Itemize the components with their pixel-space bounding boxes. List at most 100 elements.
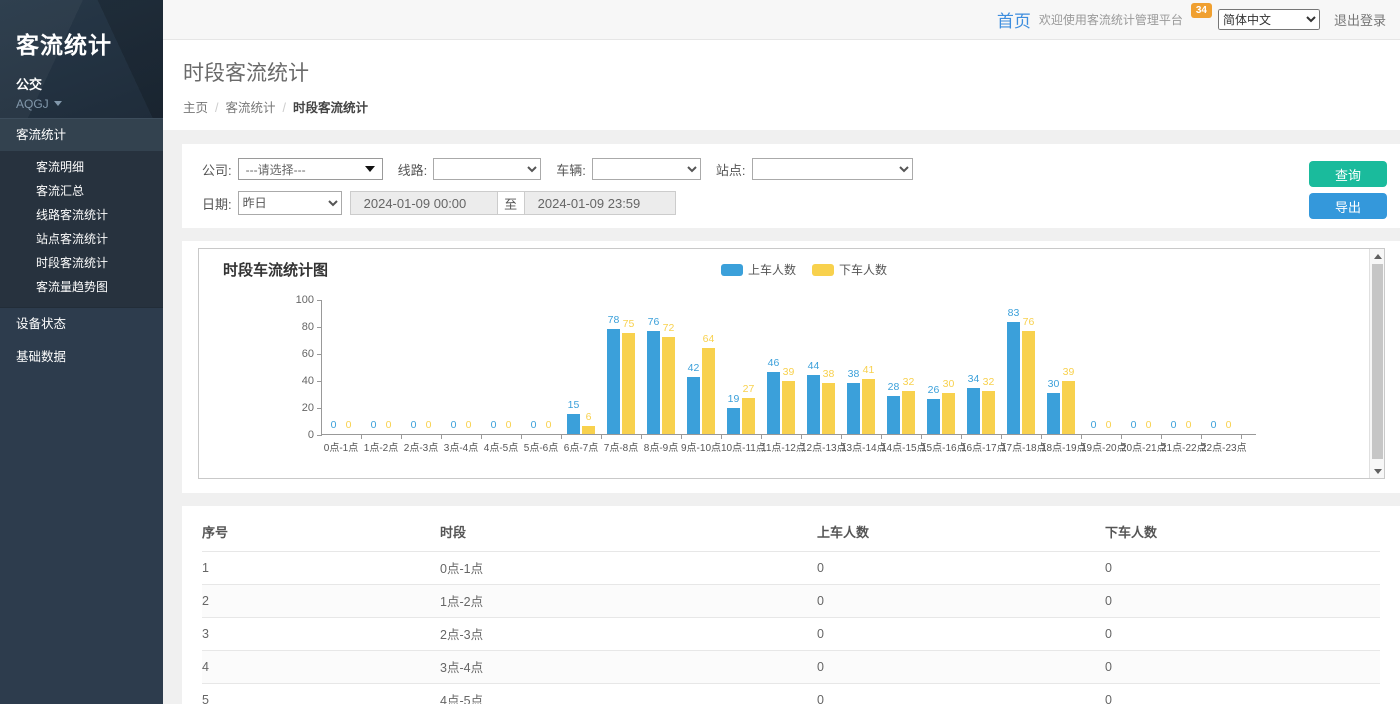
column-header-2: 上车人数 — [817, 513, 1105, 552]
bar-boarding[interactable] — [847, 383, 860, 434]
bar-group-2: 00 — [402, 300, 442, 434]
x-axis-label: 12点-13点 — [801, 439, 841, 454]
bar-alighting[interactable] — [582, 426, 595, 434]
bar-alighting[interactable] — [702, 348, 715, 434]
home-link[interactable]: 首页 — [997, 7, 1031, 32]
breadcrumb-passenger-stats[interactable]: 客流统计 — [226, 101, 276, 115]
date-preset-select[interactable]: 昨日 — [238, 191, 342, 215]
bar-alighting[interactable] — [1022, 331, 1035, 434]
sidebar-subitem-1[interactable]: 客流汇总 — [0, 179, 163, 203]
bar-group-15: 2630 — [922, 300, 962, 434]
bar-group-20: 00 — [1122, 300, 1162, 434]
bar-value-label: 26 — [927, 384, 940, 396]
x-axis-label: 9点-10点 — [681, 439, 721, 454]
x-axis-label: 6点-7点 — [561, 439, 601, 454]
bar-value-label: 0 — [342, 419, 355, 431]
bar-group-11: 4639 — [762, 300, 802, 434]
column-header-0: 序号 — [202, 513, 440, 552]
legend-item-1[interactable]: 下车人数 — [812, 261, 887, 278]
bar-boarding[interactable] — [567, 414, 580, 434]
bar-group-12: 4438 — [802, 300, 842, 434]
bar-value-label: 0 — [1207, 419, 1220, 431]
table-cell: 1点-2点 — [440, 585, 817, 618]
bar-alighting[interactable] — [742, 398, 755, 434]
bar-boarding[interactable] — [607, 329, 620, 434]
bar-boarding[interactable] — [927, 399, 940, 434]
bar-boarding[interactable] — [1047, 393, 1060, 434]
date-to-input[interactable] — [524, 191, 676, 215]
welcome-text: 欢迎使用客流统计管理平台 — [1039, 11, 1183, 28]
bar-value-label: 0 — [542, 419, 555, 431]
table-cell: 4 — [202, 651, 440, 684]
sidebar-subitem-5[interactable]: 客流量趋势图 — [0, 275, 163, 299]
bar-value-label: 30 — [942, 378, 955, 390]
company-dropdown[interactable]: ---请选择--- — [238, 158, 383, 180]
bar-value-label: 41 — [862, 364, 875, 376]
table-cell: 3 — [202, 618, 440, 651]
logout-link[interactable]: 退出登录 — [1334, 10, 1386, 29]
sidebar-item-base-data[interactable]: 基础数据 — [0, 341, 163, 374]
bar-group-18: 3039 — [1042, 300, 1082, 434]
x-axis-labels: 0点-1点1点-2点2点-3点3点-4点4点-5点5点-6点6点-7点7点-8点… — [321, 439, 1241, 454]
scroll-down-icon[interactable] — [1370, 464, 1385, 478]
bar-alighting[interactable] — [942, 393, 955, 434]
bar-value-label: 72 — [662, 322, 675, 334]
chart-scrollbar[interactable] — [1369, 249, 1384, 478]
bar-boarding[interactable] — [887, 396, 900, 434]
bar-alighting[interactable] — [662, 337, 675, 434]
table-cell: 5 — [202, 684, 440, 704]
bar-boarding[interactable] — [687, 377, 700, 434]
bar-alighting[interactable] — [622, 333, 635, 434]
bar-boarding[interactable] — [1007, 322, 1020, 434]
y-axis-tick-label: 0 — [280, 429, 314, 441]
bar-alighting[interactable] — [862, 379, 875, 434]
sidebar-subitem-3[interactable]: 站点客流统计 — [0, 227, 163, 251]
x-axis-label: 19点-20点 — [1081, 439, 1121, 454]
vehicle-select[interactable] — [592, 158, 701, 180]
bar-boarding[interactable] — [647, 331, 660, 434]
station-select[interactable] — [752, 158, 913, 180]
company-label: 公司: — [202, 160, 232, 179]
notification-badge[interactable]: 34 — [1191, 3, 1212, 18]
query-button[interactable]: 查询 — [1309, 161, 1387, 187]
x-axis-label: 5点-6点 — [521, 439, 561, 454]
table-cell: 0 — [817, 552, 1105, 585]
x-axis-label: 2点-3点 — [401, 439, 441, 454]
bar-alighting[interactable] — [902, 391, 915, 434]
sidebar-subitem-2[interactable]: 线路客流统计 — [0, 203, 163, 227]
sidebar-item-device-status[interactable]: 设备状态 — [0, 308, 163, 341]
bar-value-label: 0 — [1102, 419, 1115, 431]
line-select[interactable] — [433, 158, 541, 180]
date-from-input[interactable] — [350, 191, 498, 215]
bar-value-label: 0 — [1167, 419, 1180, 431]
bar-boarding[interactable] — [767, 372, 780, 434]
chart-box: 时段车流统计图 上车人数下车人数 00000000000015678757672… — [198, 248, 1385, 479]
bar-alighting[interactable] — [1062, 381, 1075, 434]
bar-alighting[interactable] — [782, 381, 795, 434]
table-row: 54点-5点00 — [202, 684, 1380, 704]
bar-alighting[interactable] — [982, 391, 995, 434]
page-title: 时段客流统计 — [183, 57, 1400, 87]
y-axis-tick-label: 80 — [280, 321, 314, 333]
bar-value-label: 0 — [1182, 419, 1195, 431]
breadcrumb-home[interactable]: 主页 — [183, 101, 208, 115]
legend-item-0[interactable]: 上车人数 — [721, 261, 796, 278]
logo-area: 客流统计 公交 AQGJ — [0, 0, 163, 118]
sidebar-subitem-4[interactable]: 时段客流统计 — [0, 251, 163, 275]
bar-boarding[interactable] — [967, 388, 980, 434]
bar-boarding[interactable] — [807, 375, 820, 434]
bar-boarding[interactable] — [727, 408, 740, 434]
org-switcher[interactable]: AQGJ — [16, 97, 163, 111]
bar-alighting[interactable] — [822, 383, 835, 434]
scroll-up-icon[interactable] — [1370, 249, 1385, 263]
sidebar-section-passenger-stats[interactable]: 客流统计 — [0, 118, 163, 151]
bar-value-label: 0 — [327, 419, 340, 431]
language-select[interactable]: 简体中文 — [1218, 9, 1320, 30]
table-cell: 0 — [1105, 618, 1380, 651]
x-axis-label: 13点-14点 — [841, 439, 881, 454]
sidebar-subitem-0[interactable]: 客流明细 — [0, 155, 163, 179]
export-button[interactable]: 导出 — [1309, 193, 1387, 219]
bar-value-label: 0 — [1127, 419, 1140, 431]
scrollbar-thumb[interactable] — [1372, 264, 1383, 459]
line-label: 线路: — [398, 160, 428, 179]
